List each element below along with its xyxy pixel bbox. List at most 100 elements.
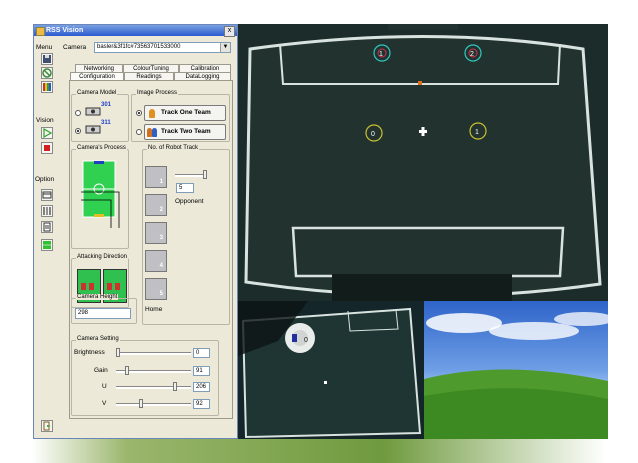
camera-label: Camera [63,44,87,51]
v-label: V [102,400,107,407]
robot-1-label: 1 [159,179,163,185]
option-label: Option [35,176,55,183]
cameras-process-group: Camera's Process [71,145,129,249]
team-icon-2 [152,128,157,137]
robot-2-id: 2 [470,51,474,58]
no-entry-icon[interactable] [41,67,53,79]
rss-vision-window: RSS Vision x Menu Vision Option Camera b… [33,24,238,439]
menu-label: Menu [36,44,53,51]
track-two-team-label: Track Two Team [161,128,211,135]
save-icon[interactable] [41,53,53,65]
robot-4-button[interactable]: 4 [145,250,167,272]
opponent-label: Opponent [175,198,204,205]
robot-1-button[interactable]: 1 [145,166,167,188]
secondary-camera-view[interactable]: 0 [238,301,424,440]
robot-3-button[interactable]: 3 [145,222,167,244]
camera-model-311-radio[interactable] [75,128,81,134]
camera-model-title: Camera Model [76,90,118,96]
image-process-title: Image Process [136,90,179,96]
brightness-slider[interactable] [116,352,191,355]
robot-2-label: 2 [159,207,163,213]
color-bars-icon[interactable] [41,81,53,93]
robot-track-group: No. of Robot Track 1 2 3 4 5 5 Opponent … [142,145,230,325]
tab-networking[interactable]: Networking [75,64,123,72]
app-icon [36,27,45,36]
camera-model-301-label: 301 [101,102,112,108]
v-slider[interactable] [116,403,191,406]
camera-select-value: basler&3f1fc#73563701533000 [97,44,181,50]
robot-count-slider-thumb[interactable] [203,170,207,179]
opponent-1-id: 1 [475,129,479,136]
camera-height-field[interactable]: 298 [75,308,131,319]
title-bar[interactable]: RSS Vision x [34,25,237,37]
u-slider-thumb[interactable] [172,382,177,391]
stop-icon[interactable] [41,142,53,154]
tab-readings[interactable]: Readings [124,72,174,80]
camera-select[interactable]: basler&3f1fc#73563701533000 ▼ [94,42,231,53]
brightness-slider-thumb[interactable] [116,348,120,357]
track-one-team-label: Track One Team [161,109,211,116]
robot-5-button[interactable]: 5 [145,278,167,300]
opponent-0-id: 0 [371,131,375,138]
camera-model-301-radio[interactable] [75,110,81,116]
camera-height-group: Camera Height 298 [71,294,137,324]
document-icon[interactable] [41,221,53,233]
robot-2-button[interactable]: 2 [145,194,167,216]
track-one-team-button[interactable]: Track One Team [144,105,226,121]
field-overlay: 1 2 0 1 [238,24,608,301]
robot-count-field[interactable]: 5 [176,183,194,193]
track-two-team-button[interactable]: Track Two Team [144,124,226,140]
robot-3-label: 3 [159,235,163,241]
v-field[interactable]: 92 [193,399,210,409]
player-icon [107,283,112,290]
brightness-field[interactable]: 0 [193,348,210,358]
chevron-down-icon[interactable]: ▼ [220,43,230,52]
camera-setting-title: Camera Setting [76,336,120,342]
secondary-field-overlay: 0 [238,301,424,440]
cameras-process-title: Camera's Process [76,145,127,151]
camera-mount-shadow [332,274,512,301]
track-one-team-radio[interactable] [136,110,142,116]
vision-label: Vision [36,117,54,124]
camera-setting-group: Camera Setting Brightness 0 Gain 91 U 20… [71,336,219,416]
camera-model-311-label: 311 [101,120,111,126]
tab-calibration[interactable]: Calibration [179,64,231,72]
gain-label: Gain [94,367,108,374]
robot-4-label: 4 [159,263,163,269]
gain-slider-thumb[interactable] [124,366,129,375]
robot-track-title: No. of Robot Track [147,145,200,151]
tools-icon[interactable] [41,205,53,217]
player-icon [115,283,120,290]
tab-configuration[interactable]: Configuration [70,72,124,80]
exit-icon[interactable] [41,420,53,432]
camera-model-group: Camera Model 301 311 [71,90,129,142]
person-icon [149,109,155,118]
desktop-wallpaper [424,301,608,440]
v-slider-thumb[interactable] [139,399,144,408]
field-icon[interactable] [41,239,53,251]
camera-height-title: Camera Height [76,294,119,300]
camera-split-icon [81,191,120,228]
robot-5-label: 5 [159,291,163,297]
close-button[interactable]: x [224,26,235,37]
brightness-label: Brightness [74,349,105,356]
window-title: RSS Vision [46,27,84,34]
u-field[interactable]: 206 [193,382,210,392]
player-icon [89,283,94,290]
center-dot [324,381,327,384]
robot-0-id: 0 [304,337,308,344]
film-icon[interactable] [41,189,53,201]
tab-datalogging[interactable]: DataLogging [174,72,231,80]
tab-colourtuning[interactable]: ColourTuning [123,64,179,72]
u-label: U [102,383,107,390]
gain-field[interactable]: 91 [193,366,210,376]
ball-marker [418,81,422,85]
main-camera-view[interactable]: 1 2 0 1 [238,24,608,301]
u-slider[interactable] [116,386,191,389]
track-two-team-radio[interactable] [136,129,142,135]
desktop-strip [0,439,638,463]
attacking-direction-title: Attacking Direction [76,254,129,260]
play-icon[interactable] [41,127,53,139]
home-label: Home [145,306,163,313]
image-process-group: Image Process Track One Team Track Two T… [131,90,230,142]
